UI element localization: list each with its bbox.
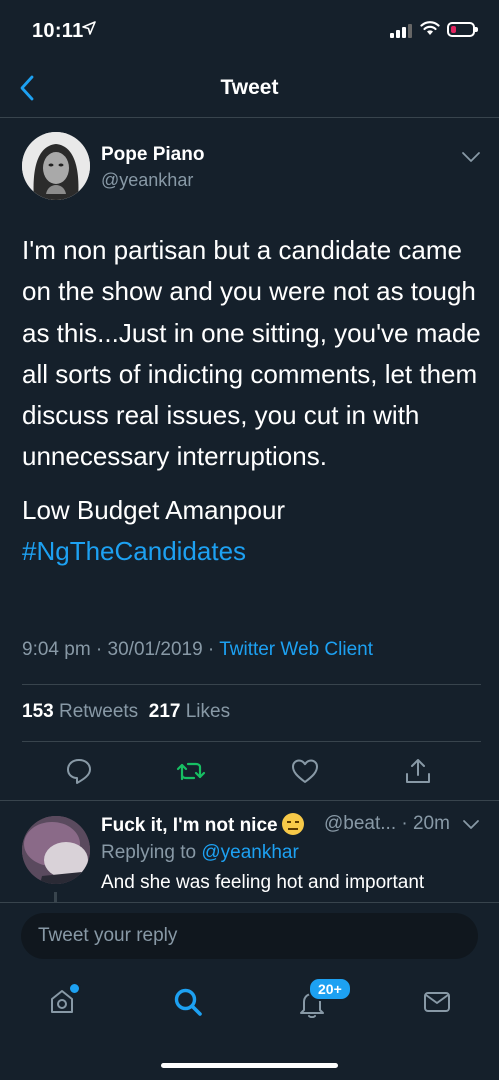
status-time: 10:11 bbox=[32, 20, 84, 42]
retweets-label: Retweets bbox=[58, 701, 139, 722]
thread-line bbox=[54, 892, 57, 902]
likes-count: 217 bbox=[148, 701, 181, 722]
wifi-icon bbox=[420, 20, 440, 41]
retweets-count: 153 bbox=[22, 701, 54, 722]
tweet-stats: 153 Retweets 217 Likes bbox=[22, 701, 230, 723]
reply-avatar[interactable] bbox=[22, 816, 90, 884]
home-unread-dot bbox=[68, 982, 81, 995]
reply-options-button[interactable] bbox=[462, 818, 480, 836]
chevron-down-icon bbox=[462, 152, 480, 162]
replying-to-link[interactable]: @yeankhar bbox=[201, 842, 298, 863]
likes-stat[interactable]: 217 Likes bbox=[149, 701, 230, 722]
heart-icon bbox=[292, 759, 318, 783]
battery-icon bbox=[447, 22, 478, 37]
retweet-icon bbox=[176, 762, 206, 781]
reply-author-name-text: Fuck it, I'm not nice bbox=[101, 815, 278, 836]
expressionless-emoji-icon bbox=[281, 813, 304, 835]
likes-label: Likes bbox=[185, 701, 231, 722]
retweets-stat[interactable]: 153 Retweets bbox=[22, 701, 138, 722]
hashtag-link[interactable]: #NgTheCandidates bbox=[22, 531, 487, 572]
avatar[interactable] bbox=[22, 132, 90, 200]
reply-input[interactable]: Tweet your reply bbox=[21, 913, 478, 959]
reply-button[interactable] bbox=[66, 757, 92, 790]
reply-text: And she was feeling hot and important bbox=[101, 872, 425, 893]
signal-icon bbox=[390, 24, 412, 38]
retweet-button[interactable] bbox=[175, 757, 207, 790]
divider bbox=[0, 800, 499, 801]
tweet-date: 30/01/2019 bbox=[107, 639, 203, 660]
replying-to: Replying to @yeankhar bbox=[101, 842, 299, 864]
tweet-client-link[interactable]: Twitter Web Client bbox=[219, 639, 373, 660]
tweet-time: 9:04 pm bbox=[22, 639, 91, 660]
author-handle[interactable]: @yeankhar bbox=[101, 170, 193, 191]
like-button[interactable] bbox=[291, 757, 319, 790]
notifications-badge: 20+ bbox=[308, 977, 352, 1001]
divider bbox=[22, 741, 481, 742]
tab-search[interactable] bbox=[173, 987, 203, 1022]
tweet-options-button[interactable] bbox=[461, 150, 481, 169]
comment-icon bbox=[67, 759, 91, 784]
tweet-line: Low Budget Amanpour bbox=[22, 494, 286, 525]
tweet-paragraph: Low Budget Amanpour #NgTheCandidates bbox=[22, 490, 487, 573]
page-title: Tweet bbox=[220, 76, 279, 99]
mail-icon bbox=[424, 992, 450, 1012]
reply-author-name[interactable]: Fuck it, I'm not nice bbox=[101, 813, 304, 837]
author-name[interactable]: Pope Piano bbox=[101, 144, 204, 166]
divider bbox=[22, 684, 481, 685]
reply-handle-time: @beat... · 20m bbox=[324, 813, 450, 834]
chevron-down-icon bbox=[463, 820, 479, 829]
tweet-text: I'm non partisan but a candidate came on… bbox=[22, 230, 487, 572]
search-icon bbox=[174, 988, 202, 1016]
tab-messages[interactable] bbox=[423, 989, 451, 1020]
replying-prefix: Replying to bbox=[101, 842, 197, 863]
tweet-meta: 9:04 pm · 30/01/2019 · Twitter Web Clien… bbox=[22, 639, 373, 660]
home-indicator[interactable] bbox=[161, 1063, 338, 1068]
header-divider bbox=[0, 117, 499, 118]
share-icon bbox=[406, 759, 430, 783]
tweet-paragraph: I'm non partisan but a candidate came on… bbox=[22, 235, 481, 472]
share-button[interactable] bbox=[404, 757, 432, 790]
location-arrow-icon bbox=[82, 21, 96, 38]
